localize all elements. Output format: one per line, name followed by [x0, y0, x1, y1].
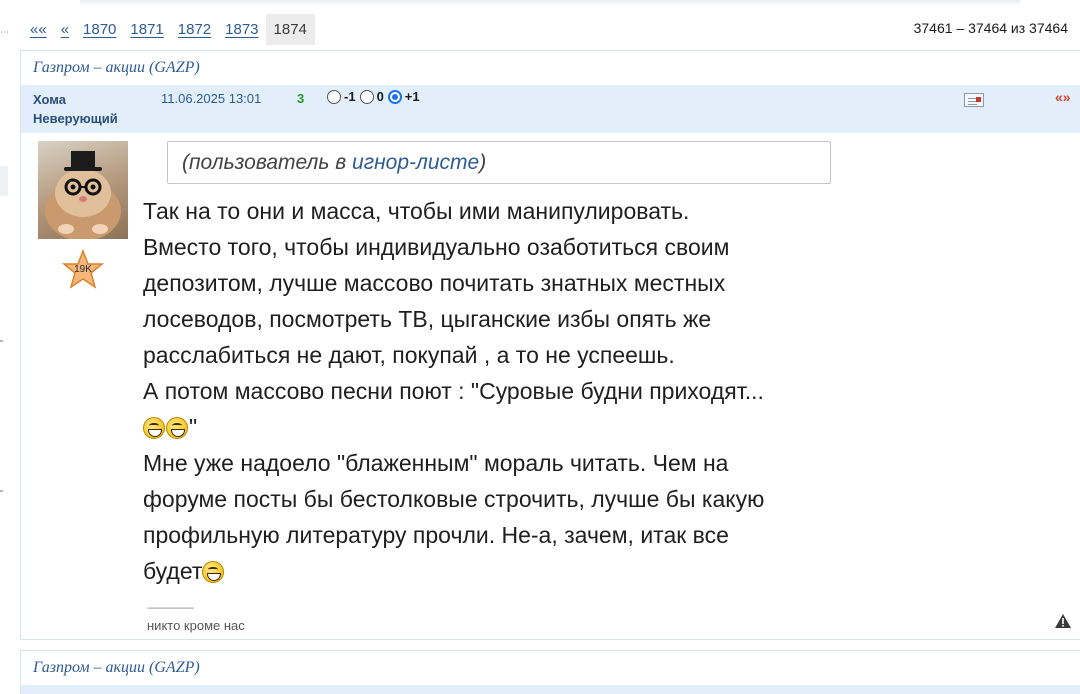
post-line: профильную литературу прочли. Не-а, заче…	[143, 522, 729, 548]
page-prev-link[interactable]: «	[61, 21, 69, 38]
signature: никто кроме нас	[147, 618, 245, 633]
signature-divider: --------------------	[147, 603, 195, 614]
author-name-link[interactable]: Хома Неверующий	[33, 90, 118, 128]
top-shadow	[80, 0, 1020, 6]
post-line: Так на то они и масса, чтобы ими манипул…	[143, 198, 690, 224]
page-link[interactable]: 1873	[225, 21, 258, 38]
post-line: будет	[143, 558, 203, 584]
grin-emoji-icon	[143, 417, 165, 439]
page-first-link[interactable]: ««	[30, 21, 47, 38]
vote-radio-selected[interactable]	[387, 89, 402, 104]
post-meta-bar	[21, 685, 1080, 694]
vote-zero[interactable]: 0	[359, 89, 384, 104]
post-line: А потом массово песни поют : "Суровые бу…	[143, 378, 764, 404]
forum-post: Газпром – акции (GAZP) Хома Неверующий 1…	[20, 50, 1080, 640]
page-current: 1874	[265, 13, 315, 45]
page-link[interactable]: 1870	[83, 21, 116, 38]
ellipsis-icon: ⋯	[0, 27, 9, 37]
vote-group: -1 0 +1	[327, 89, 424, 104]
reputation-value: 19K	[74, 264, 92, 275]
post-line: расслабиться не дают, покупай , а то не …	[143, 342, 675, 368]
vote-minus-one[interactable]: -1	[327, 89, 356, 104]
post-line-emoji: будет	[143, 553, 863, 589]
post-line: Мне уже надоело "блаженным" мораль читат…	[143, 450, 729, 476]
post-line: лосеводов, посмотреть ТВ, цыганские избы…	[143, 306, 712, 332]
forum-title-link[interactable]: Газпром – акции (GAZP)	[21, 651, 1080, 685]
author-name-line: Неверующий	[33, 111, 118, 126]
post-rating: 3	[297, 91, 305, 106]
message-icon[interactable]	[964, 93, 984, 107]
forum-post: Газпром – акции (GAZP)	[20, 650, 1080, 694]
forum-title-link[interactable]: Газпром – акции (GAZP)	[21, 51, 1080, 85]
vote-label: +1	[404, 89, 420, 104]
edge-tick	[0, 490, 3, 492]
edge-tick	[0, 340, 3, 342]
vote-label: 0	[376, 89, 384, 104]
post-line: "	[189, 414, 198, 440]
grin-emoji-icon	[166, 417, 188, 439]
ignored-suffix: )	[479, 150, 487, 174]
post-body: Так на то они и масса, чтобы ими манипул…	[143, 193, 863, 589]
author-name-line: Хома	[33, 92, 66, 107]
avatar[interactable]	[38, 141, 128, 239]
reputation-badge: 19K	[61, 248, 105, 289]
page-link[interactable]: 1871	[130, 21, 163, 38]
ignore-list-link[interactable]: игнор-листе	[352, 151, 479, 175]
quote-button[interactable]: «»	[1055, 89, 1071, 105]
vote-plus-one[interactable]: +1	[387, 89, 420, 104]
warning-icon[interactable]	[1054, 613, 1072, 629]
post-line-emoji: "	[143, 409, 863, 445]
ignored-prefix: (пользователь в	[182, 150, 347, 174]
ignored-notice: (пользователь в игнор-листе)	[167, 141, 831, 184]
post-range: 37461 – 37464 из 37464	[913, 20, 1068, 36]
post-line: форуме посты бы бестолковые строчить, лу…	[143, 486, 765, 512]
post-line: Вместо того, чтобы индивидуально озаботи…	[143, 234, 730, 260]
page-link[interactable]: 1872	[178, 21, 211, 38]
left-edge-strip: ⋯	[0, 0, 10, 694]
post-meta-bar: Хома Неверующий 11.06.2025 13:01 3 -1 0 …	[21, 85, 1080, 133]
grin-emoji-icon	[202, 561, 225, 583]
vote-radio[interactable]	[327, 89, 341, 104]
edge-tab[interactable]	[0, 166, 8, 196]
pagination: «« « 1870 1871 1872 1873 1874	[30, 13, 329, 45]
vote-label: -1	[344, 89, 356, 104]
vote-radio[interactable]	[359, 89, 374, 104]
post-date-link[interactable]: 11.06.2025 13:01	[161, 91, 261, 106]
post-line: депозитом, лучше массово почитать знатны…	[143, 270, 726, 296]
